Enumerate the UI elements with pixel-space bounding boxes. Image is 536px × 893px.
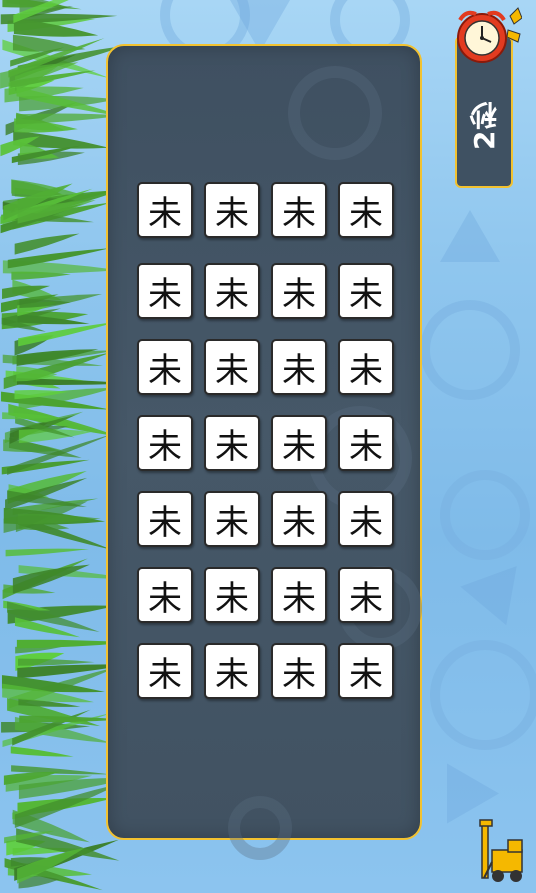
tile[interactable]: 未 [204,263,260,319]
tile[interactable]: 未 [137,491,193,547]
timer-text: 2秒 [468,100,501,150]
tile[interactable]: 未 [338,491,394,547]
tile[interactable]: 未 [204,567,260,623]
tile[interactable]: 未 [271,182,327,238]
tile[interactable]: 未 [271,491,327,547]
tile[interactable]: 未 [338,263,394,319]
tile[interactable]: 未 [271,339,327,395]
tile[interactable]: 未 [204,491,260,547]
grass-decoration [0,0,120,891]
tile[interactable]: 未 [137,182,193,238]
tile[interactable]: 未 [137,263,193,319]
tile[interactable]: 未 [137,567,193,623]
tile[interactable]: 未 [271,415,327,471]
alarm-clock-icon [457,7,522,63]
tile[interactable]: 未 [204,643,260,699]
tile[interactable]: 未 [204,339,260,395]
tile[interactable]: 未 [137,643,193,699]
construction-vehicle-icon [479,819,523,882]
tile[interactable]: 未 [271,643,327,699]
tile[interactable]: 未 [137,415,193,471]
tile[interactable]: 未 [204,182,260,238]
tile[interactable]: 未 [338,643,394,699]
tile[interactable]: 未 [271,263,327,319]
tile[interactable]: 未 [137,339,193,395]
tile[interactable]: 未 [271,567,327,623]
tile[interactable]: 未 [204,415,260,471]
tile[interactable]: 未 [338,339,394,395]
tile[interactable]: 未 [338,567,394,623]
tile[interactable]: 未 [338,415,394,471]
tile[interactable]: 未 [338,182,394,238]
